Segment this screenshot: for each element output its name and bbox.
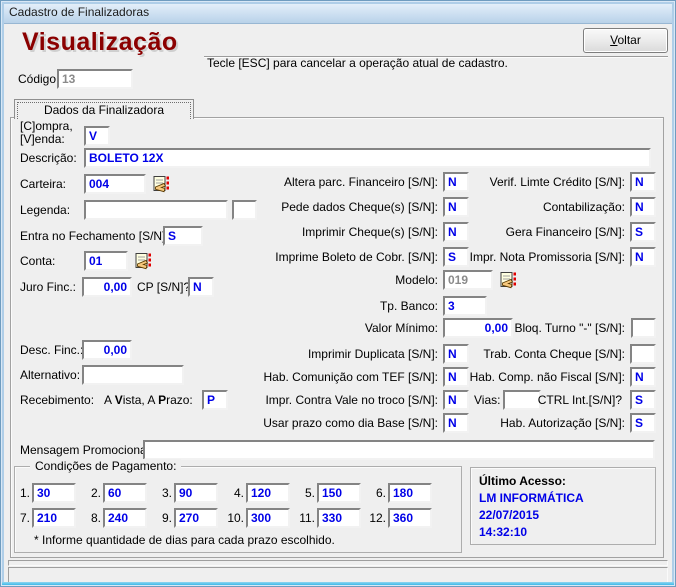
cadastro-finalizadoras-window: Cadastro de Finalizadoras Visualização V… bbox=[0, 0, 676, 587]
window-titlebar[interactable]: Cadastro de Finalizadoras bbox=[1, 1, 675, 24]
tab-label: Dados da Finalizadora bbox=[17, 102, 191, 119]
status-bar bbox=[8, 567, 668, 584]
page-title: Visualização bbox=[22, 28, 178, 57]
window-title: Cadastro de Finalizadoras bbox=[9, 5, 149, 19]
bottom-divider-strip bbox=[8, 560, 668, 566]
tab-page-panel bbox=[10, 117, 664, 558]
voltar-button[interactable]: Voltar bbox=[583, 28, 668, 53]
tab-dados-da-finalizadora[interactable]: Dados da Finalizadora bbox=[14, 99, 194, 119]
voltar-button-label: Voltar bbox=[584, 30, 667, 51]
condicoes-pagamento-legend: Condições de Pagamento: bbox=[30, 459, 181, 473]
codigo-label: Código: bbox=[18, 69, 59, 89]
esc-hint-text: Tecle [ESC] para cancelar a operação atu… bbox=[207, 53, 508, 73]
codigo-input[interactable]: 13 bbox=[57, 69, 133, 89]
